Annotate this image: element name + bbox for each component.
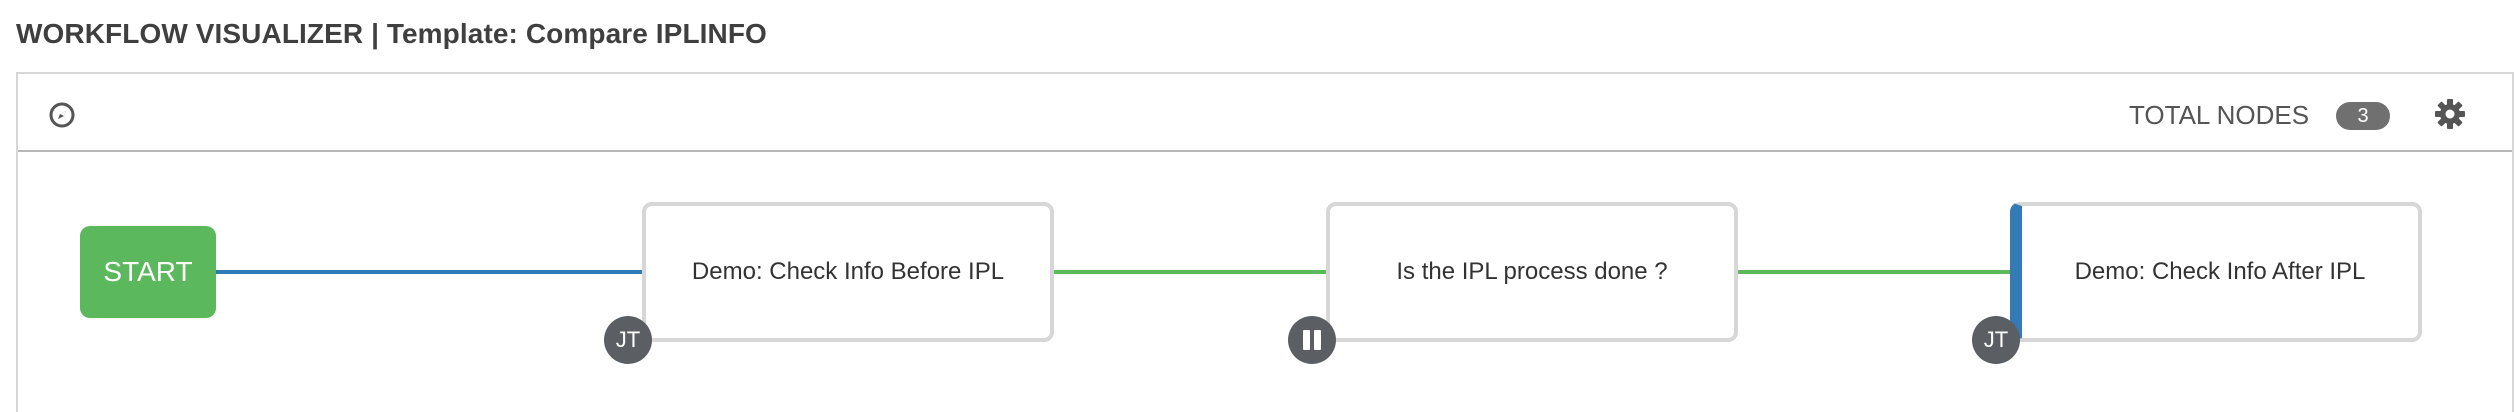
- workflow-node-label: Is the IPL process done ?: [1396, 258, 1668, 285]
- gear-icon[interactable]: [2434, 98, 2466, 130]
- job-template-badge: JT: [604, 316, 652, 364]
- start-node[interactable]: START: [80, 226, 216, 318]
- link-node-2-to-node-3[interactable]: [1738, 270, 2010, 274]
- workflow-node-label: Demo: Check Info After IPL: [2074, 258, 2366, 285]
- workflow-node-job-template[interactable]: Demo: Check Info Before IPL: [642, 202, 1054, 342]
- workflow-node-approval[interactable]: Is the IPL process done ?: [1326, 202, 1738, 342]
- workflow-node-job-template-selected[interactable]: Demo: Check Info After IPL: [2010, 202, 2422, 342]
- total-nodes-count-badge: 3: [2336, 102, 2390, 130]
- total-nodes-label: TOTAL NODES: [2129, 100, 2310, 130]
- workflow-node-label: Demo: Check Info Before IPL: [691, 258, 1005, 285]
- link-start-to-node-1[interactable]: [216, 270, 642, 274]
- compass-icon[interactable]: [48, 101, 76, 129]
- workflow-canvas[interactable]: START Demo: Check Info Before IPL JT Is …: [18, 152, 2512, 404]
- page-title: WORKFLOW VISUALIZER | Template: Compare …: [16, 18, 767, 49]
- link-node-1-to-node-2[interactable]: [1054, 270, 1326, 274]
- pause-icon: [1288, 316, 1336, 364]
- job-template-badge: JT: [1972, 316, 2020, 364]
- workflow-toolbar: TOTAL NODES 3: [18, 74, 2512, 152]
